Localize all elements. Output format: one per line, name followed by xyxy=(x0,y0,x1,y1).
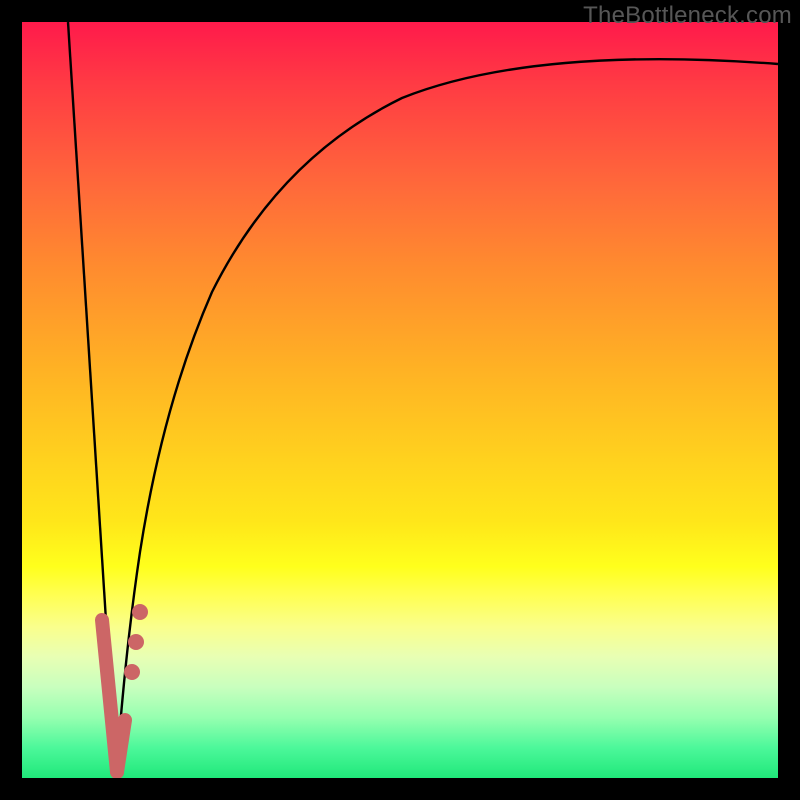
curves-layer xyxy=(22,22,778,778)
plot-area xyxy=(22,22,778,778)
chart-frame: TheBottleneck.com xyxy=(0,0,800,800)
watermark-text: TheBottleneck.com xyxy=(583,2,792,30)
curve-ascending xyxy=(116,59,778,778)
marker-cluster xyxy=(102,604,148,772)
